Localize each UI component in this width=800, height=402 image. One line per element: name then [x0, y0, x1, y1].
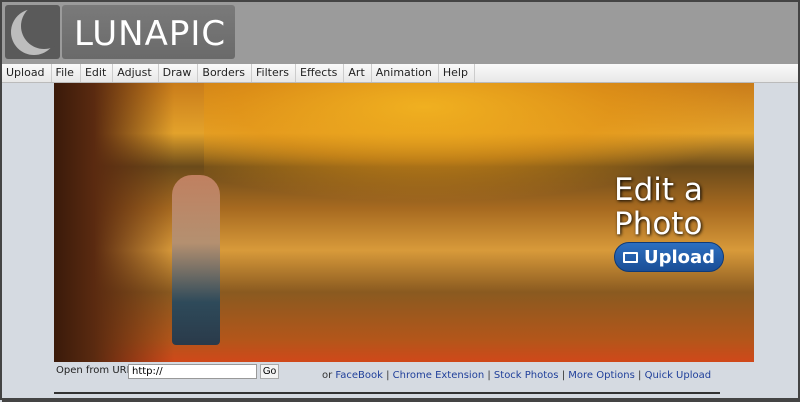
upload-button[interactable]: Upload	[614, 242, 724, 272]
link-chrome-extension[interactable]: Chrome Extension	[393, 370, 485, 381]
upload-button-label: Upload	[643, 246, 716, 268]
separator: |	[638, 370, 642, 381]
logo-moon-icon[interactable]	[5, 5, 60, 59]
header: LUNAPIC	[2, 2, 798, 64]
menu-file[interactable]: File	[52, 64, 81, 82]
url-label: Open from URL:	[56, 365, 136, 376]
separator: |	[487, 370, 491, 381]
links-prefix: or	[322, 370, 333, 381]
menu-draw[interactable]: Draw	[159, 64, 199, 82]
folder-icon	[622, 251, 638, 263]
menu-animation[interactable]: Animation	[372, 64, 439, 82]
menu-edit[interactable]: Edit	[81, 64, 114, 82]
menu-help[interactable]: Help	[439, 64, 475, 82]
hero-photographer	[172, 175, 220, 345]
link-quick-upload[interactable]: Quick Upload	[645, 370, 712, 381]
hero-title: Edit a Photo	[614, 173, 703, 241]
menubar: Upload File Edit Adjust Draw Borders Fil…	[2, 64, 798, 83]
hero-title-line2: Photo	[614, 206, 703, 242]
upload-links: or FaceBook | Chrome Extension | Stock P…	[322, 370, 711, 381]
separator: |	[561, 370, 566, 381]
hero-image: Edit a Photo Upload	[54, 83, 754, 362]
hero-title-line1: Edit a	[614, 172, 703, 208]
divider	[54, 392, 720, 394]
link-more-options[interactable]: More Options	[568, 370, 635, 381]
separator: |	[386, 370, 390, 381]
menu-upload[interactable]: Upload	[2, 64, 52, 82]
logo[interactable]: LUNAPIC	[62, 5, 235, 59]
menu-art[interactable]: Art	[344, 64, 372, 82]
go-button[interactable]: Go	[260, 364, 279, 379]
menu-effects[interactable]: Effects	[296, 64, 345, 82]
link-stock-photos[interactable]: Stock Photos	[494, 370, 559, 381]
menu-adjust[interactable]: Adjust	[113, 64, 159, 82]
bottom-bar	[2, 398, 800, 402]
hero-trees	[54, 83, 254, 362]
url-input[interactable]	[128, 364, 257, 379]
menu-filters[interactable]: Filters	[252, 64, 296, 82]
menu-borders[interactable]: Borders	[198, 64, 253, 82]
link-facebook[interactable]: FaceBook	[335, 370, 383, 381]
